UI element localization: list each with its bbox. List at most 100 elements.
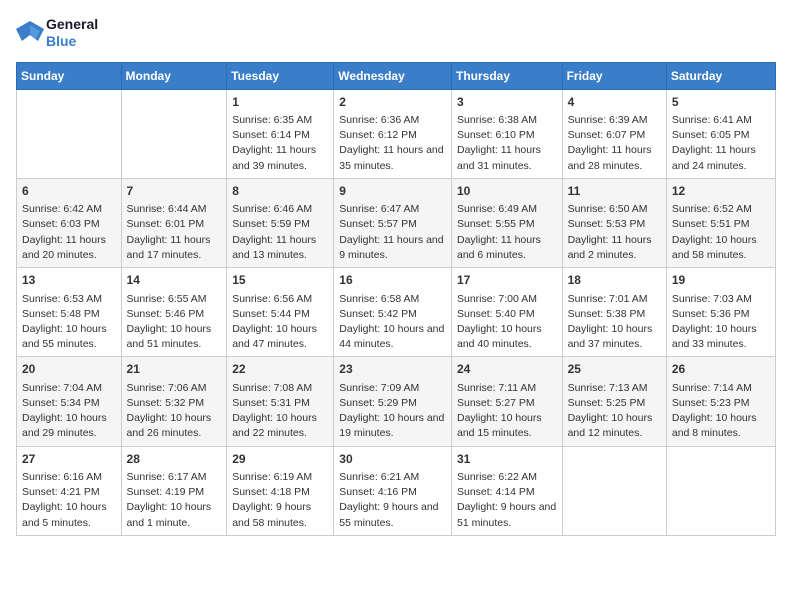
day-info: Daylight: 11 hours and 35 minutes.: [339, 143, 446, 173]
day-number: 30: [339, 451, 446, 468]
day-info: Daylight: 10 hours and 5 minutes.: [22, 500, 116, 530]
day-number: 20: [22, 361, 116, 378]
day-info: Daylight: 10 hours and 58 minutes.: [672, 233, 770, 263]
day-info: Sunrise: 7:03 AM: [672, 292, 770, 307]
day-number: 31: [457, 451, 557, 468]
day-info: Sunset: 6:01 PM: [127, 217, 222, 232]
day-info: Daylight: 10 hours and 47 minutes.: [232, 322, 328, 352]
day-info: Sunrise: 6:49 AM: [457, 202, 557, 217]
calendar-cell: 17Sunrise: 7:00 AMSunset: 5:40 PMDayligh…: [451, 268, 562, 357]
calendar-cell: [666, 446, 775, 535]
day-info: Daylight: 9 hours and 58 minutes.: [232, 500, 328, 530]
day-info: Daylight: 10 hours and 40 minutes.: [457, 322, 557, 352]
day-info: Sunrise: 7:06 AM: [127, 381, 222, 396]
day-number: 7: [127, 183, 222, 200]
day-info: Sunset: 6:10 PM: [457, 128, 557, 143]
day-number: 4: [568, 94, 661, 111]
calendar-cell: 1Sunrise: 6:35 AMSunset: 6:14 PMDaylight…: [227, 89, 334, 178]
page-header: General Blue: [16, 16, 776, 50]
day-info: Sunrise: 7:14 AM: [672, 381, 770, 396]
calendar-cell: 28Sunrise: 6:17 AMSunset: 4:19 PMDayligh…: [121, 446, 227, 535]
calendar-cell: 3Sunrise: 6:38 AMSunset: 6:10 PMDaylight…: [451, 89, 562, 178]
day-info: Sunrise: 7:01 AM: [568, 292, 661, 307]
day-info: Sunrise: 6:35 AM: [232, 113, 328, 128]
day-info: Sunrise: 6:19 AM: [232, 470, 328, 485]
calendar-cell: [562, 446, 666, 535]
day-info: Sunset: 4:14 PM: [457, 485, 557, 500]
day-info: Sunset: 5:42 PM: [339, 307, 446, 322]
calendar-cell: 26Sunrise: 7:14 AMSunset: 5:23 PMDayligh…: [666, 357, 775, 446]
logo-text-general: General: [46, 16, 98, 33]
day-info: Sunrise: 7:11 AM: [457, 381, 557, 396]
day-info: Sunset: 6:03 PM: [22, 217, 116, 232]
day-info: Sunrise: 7:04 AM: [22, 381, 116, 396]
calendar-cell: 25Sunrise: 7:13 AMSunset: 5:25 PMDayligh…: [562, 357, 666, 446]
day-number: 2: [339, 94, 446, 111]
calendar-cell: 16 Sunrise: 6:58 AMSunset: 5:42 PMDayligh…: [334, 268, 452, 357]
day-info: Sunset: 6:07 PM: [568, 128, 661, 143]
calendar-week-4: 20 Sunrise: 7:04 AMSunset: 5:34 PM Dayligh…: [17, 357, 776, 446]
day-info: Sunrise: 6:44 AM: [127, 202, 222, 217]
day-info: Sunrise: 6:21 AM: [339, 470, 446, 485]
day-info: Sunrise: 7:09 AM: [339, 381, 446, 396]
day-number: 18: [568, 272, 661, 289]
day-info: Sunset: 5:34 PM: [22, 396, 116, 411]
day-info: Sunrise: 6:39 AM: [568, 113, 661, 128]
weekday-header-tuesday: Tuesday: [227, 62, 334, 89]
calendar-cell: 11Sunrise: 6:50 AMSunset: 5:53 PMDayligh…: [562, 178, 666, 267]
calendar-cell: 14Sunrise: 6:55 AMSunset: 5:46 PMDayligh…: [121, 268, 227, 357]
day-info: Daylight: 10 hours and 51 minutes.: [127, 322, 222, 352]
day-info: Sunrise: 7:00 AM: [457, 292, 557, 307]
day-info: Sunrise: 6:58 AM: [339, 292, 446, 307]
day-info: Sunset: 6:05 PM: [672, 128, 770, 143]
day-info: Daylight: 10 hours and 12 minutes.: [568, 411, 661, 441]
day-info: Sunrise: 6:46 AM: [232, 202, 328, 217]
calendar-cell: 5Sunrise: 6:41 AMSunset: 6:05 PMDaylight…: [666, 89, 775, 178]
day-info: Daylight: 11 hours and 28 minutes.: [568, 143, 661, 173]
calendar-week-2: 6Sunrise: 6:42 AMSunset: 6:03 PMDaylight…: [17, 178, 776, 267]
day-info: Daylight: 10 hours and 44 minutes.: [339, 322, 446, 352]
day-number: 6: [22, 183, 116, 200]
day-info: Daylight: 11 hours and 20 minutes.: [22, 233, 116, 263]
day-number: 21: [127, 361, 222, 378]
day-number: 1: [232, 94, 328, 111]
day-info: Daylight: 11 hours and 39 minutes.: [232, 143, 328, 173]
day-info: Sunset: 5:57 PM: [339, 217, 446, 232]
day-number: 19: [672, 272, 770, 289]
day-info: Daylight: 11 hours and 24 minutes.: [672, 143, 770, 173]
calendar-cell: 12 Sunrise: 6:52 AMSunset: 5:51 PMDayligh…: [666, 178, 775, 267]
weekday-header-monday: Monday: [121, 62, 227, 89]
day-number: 28: [127, 451, 222, 468]
day-number: 12: [672, 183, 770, 200]
day-info: Sunset: 5:29 PM: [339, 396, 446, 411]
day-info: Daylight: 10 hours and 33 minutes.: [672, 322, 770, 352]
day-info: Daylight: 10 hours and 26 minutes.: [127, 411, 222, 441]
day-info: Sunset: 4:21 PM: [22, 485, 116, 500]
day-info: Sunrise: 6:55 AM: [127, 292, 222, 307]
day-info: Daylight: 11 hours and 31 minutes.: [457, 143, 557, 173]
day-info: Sunrise: 6:38 AM: [457, 113, 557, 128]
day-info: Sunrise: 6:42 AM: [22, 202, 116, 217]
day-info: Sunset: 5:38 PM: [568, 307, 661, 322]
calendar-cell: 22Sunrise: 7:08 AMSunset: 5:31 PMDayligh…: [227, 357, 334, 446]
day-number: 27: [22, 451, 116, 468]
day-number: 15: [232, 272, 328, 289]
day-number: 16: [339, 272, 446, 289]
day-info: Sunrise: 6:47 AM: [339, 202, 446, 217]
day-info: Sunset: 5:31 PM: [232, 396, 328, 411]
day-info: Sunset: 4:16 PM: [339, 485, 446, 500]
day-info: Sunset: 5:27 PM: [457, 396, 557, 411]
day-info: Sunset: 5:55 PM: [457, 217, 557, 232]
calendar-week-5: 27Sunrise: 6:16 AMSunset: 4:21 PMDayligh…: [17, 446, 776, 535]
day-number: 5: [672, 94, 770, 111]
day-info: Sunset: 5:36 PM: [672, 307, 770, 322]
day-info: Sunset: 4:19 PM: [127, 485, 222, 500]
day-info: Sunrise: 6:52 AM: [672, 202, 770, 217]
day-number: 17: [457, 272, 557, 289]
calendar-cell: 4 Sunrise: 6:39 AMSunset: 6:07 PMDaylight…: [562, 89, 666, 178]
day-info: Sunrise: 6:56 AM: [232, 292, 328, 307]
day-info: Sunrise: 6:36 AM: [339, 113, 446, 128]
day-info: Sunset: 4:18 PM: [232, 485, 328, 500]
calendar-cell: 27Sunrise: 6:16 AMSunset: 4:21 PMDayligh…: [17, 446, 122, 535]
day-info: Sunset: 5:51 PM: [672, 217, 770, 232]
